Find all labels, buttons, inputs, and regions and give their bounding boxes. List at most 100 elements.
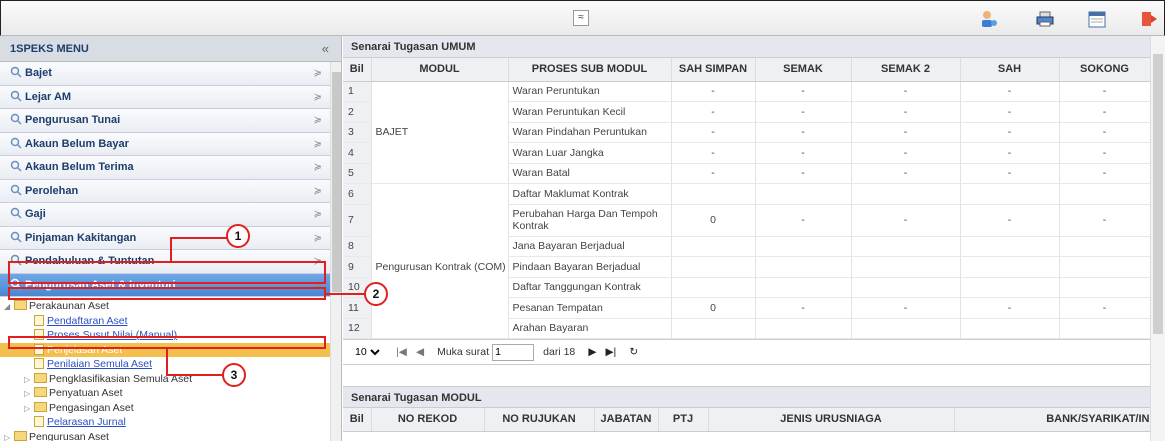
- tree-item[interactable]: ◢ Perakaunan Aset: [0, 299, 341, 314]
- menu-item-0[interactable]: Bajet ≽: [0, 62, 330, 86]
- triangle-down-icon[interactable]: ◢: [4, 300, 14, 314]
- sah_simpan-cell[interactable]: 0: [671, 297, 756, 319]
- table-row[interactable]: 6 Daftar Maklumat Kontrak: [343, 183, 1150, 205]
- document-icon: [34, 358, 44, 369]
- table-row[interactable]: 2 Waran Peruntukan Kecil - - - - -: [343, 101, 1150, 123]
- tree-item[interactable]: ▷ Pengurusan Aset: [0, 430, 341, 441]
- tree-item[interactable]: Pendaftaran Aset: [0, 314, 341, 329]
- sah_simpan-cell: -: [671, 122, 756, 143]
- top-toolbar: ≈: [0, 0, 1165, 36]
- sah-cell: -: [960, 122, 1060, 143]
- semak-cell: -: [755, 122, 852, 143]
- menu-item-label: Gaji: [25, 208, 46, 220]
- tree-link[interactable]: Pendaftaran Aset: [47, 315, 128, 327]
- modul-cell: [371, 236, 509, 257]
- triangle-right-icon[interactable]: ▷: [24, 373, 34, 387]
- menu-item-4[interactable]: Akaun Belum Terima ≽: [0, 156, 330, 180]
- first-page-icon[interactable]: |◀: [396, 346, 407, 358]
- modul-cell: [371, 101, 509, 122]
- chevron-down-icon: ≽: [313, 115, 322, 126]
- table-row[interactable]: 12 Arahan Bayaran: [343, 318, 1150, 339]
- last-page-icon[interactable]: ▶|: [605, 346, 616, 358]
- menu-item-6[interactable]: Gaji ≽: [0, 203, 330, 227]
- page-size-select[interactable]: 10: [351, 345, 383, 360]
- triangle-right-icon[interactable]: ▷: [24, 402, 34, 416]
- table-row[interactable]: 9 Pengurusan Kontrak (COM) Pindaan Bayaran…: [343, 256, 1150, 278]
- collapse-header-button[interactable]: ≈: [573, 10, 589, 26]
- menu-item-7[interactable]: Pinjaman Kakitangan ≽: [0, 226, 330, 250]
- semak2-cell: [851, 236, 961, 257]
- bil-cell: 2: [343, 101, 372, 123]
- sah_simpan-cell[interactable]: 0: [671, 204, 756, 237]
- tree-label: Penyatuan Aset: [49, 387, 123, 399]
- tree-item[interactable]: ▷ Penyatuan Aset: [0, 386, 341, 401]
- modul-column-header: JABATAN: [594, 408, 659, 432]
- bil-cell: 4: [343, 142, 372, 164]
- modul-cell: [371, 142, 509, 163]
- page-label: Muka surat: [437, 346, 490, 359]
- table-row[interactable]: 3 BAJET Waran Pindahan Peruntukan - - - - -: [343, 122, 1150, 143]
- page-number-input[interactable]: [492, 343, 535, 361]
- table-row[interactable]: 7 Perubahan Harga Dan Tempoh Kontrak 0- - - -: [343, 204, 1150, 237]
- semak-cell: -: [755, 142, 852, 164]
- tree-link[interactable]: Penilaian Semula Aset: [47, 358, 152, 370]
- modul-column-header: PTJ: [658, 408, 709, 432]
- folder-icon: [34, 401, 47, 412]
- prev-page-icon[interactable]: ◀: [416, 346, 424, 358]
- menu-item-label: Pengurusan Tunai: [25, 114, 121, 126]
- search-icon: [10, 231, 22, 243]
- logout-icon[interactable]: [1139, 9, 1159, 29]
- annotation-line-1a: [170, 237, 172, 262]
- modul-column-header: JENIS URUSNIAGA: [708, 408, 955, 432]
- menu-item-3[interactable]: Akaun Belum Bayar ≽: [0, 132, 330, 156]
- table-row[interactable]: 10 Daftar Tanggungan Kontrak: [343, 277, 1150, 298]
- modul-header-row: Bil NO REKOD NO RUJUKAN JABATAN PTJ JENIS URU…: [343, 408, 1150, 432]
- modul-cell: [371, 297, 509, 318]
- tree-item[interactable]: ▷ Pengasingan Aset: [0, 401, 341, 416]
- table-row[interactable]: 4 Waran Luar Jangka - - - - -: [343, 142, 1150, 164]
- sah-cell: [960, 256, 1060, 278]
- semak-cell: -: [755, 81, 852, 102]
- refresh-icon[interactable]: ↻: [629, 346, 638, 358]
- user-settings-icon[interactable]: [979, 9, 999, 29]
- sidebar-scrollbar[interactable]: [330, 62, 341, 441]
- umum-column-header: SAH SIMPAN: [671, 58, 756, 82]
- annotation-callout-1: 1: [226, 224, 250, 248]
- proses-cell: Waran Peruntukan: [508, 81, 672, 102]
- printer-icon[interactable]: [1035, 9, 1055, 29]
- chevron-down-icon: ≽: [313, 68, 322, 79]
- calendar-icon[interactable]: [1087, 9, 1107, 29]
- menu-item-2[interactable]: Pengurusan Tunai ≽: [0, 109, 330, 133]
- tree-link[interactable]: Pelarasan Jurnal: [47, 416, 126, 428]
- content-scrollbar[interactable]: [1150, 36, 1165, 441]
- tree-item[interactable]: Pelarasan Jurnal: [0, 415, 341, 430]
- sidebar-scroll-thumb[interactable]: [332, 72, 341, 292]
- content-scroll-thumb[interactable]: [1153, 54, 1163, 334]
- search-icon: [10, 184, 22, 196]
- table-row[interactable]: 8 Jana Bayaran Berjadual: [343, 236, 1150, 257]
- semak2-cell: -: [851, 81, 961, 102]
- table-row[interactable]: 5 Waran Batal - - - - -: [343, 163, 1150, 184]
- proses-cell: Pesanan Tempatan: [508, 297, 672, 319]
- sah_simpan-cell: [671, 277, 756, 298]
- table-row[interactable]: 1 Waran Peruntukan - - - - -: [343, 81, 1150, 102]
- annotation-box-1: [8, 261, 326, 284]
- triangle-right-icon[interactable]: ▷: [4, 431, 14, 441]
- tree-item[interactable]: Penilaian Semula Aset: [0, 357, 341, 372]
- proses-cell: Arahan Bayaran: [508, 318, 672, 339]
- semak-cell: -: [755, 204, 852, 237]
- folder-icon: [34, 387, 47, 397]
- semak2-cell: [851, 256, 961, 278]
- menu-item-label: Akaun Belum Bayar: [25, 137, 129, 150]
- menu-item-1[interactable]: Lejar AM ≽: [0, 85, 330, 109]
- menu-item-5[interactable]: Perolehan ≽: [0, 179, 330, 203]
- sah-cell: -: [960, 101, 1060, 123]
- next-page-icon[interactable]: ▶: [588, 346, 596, 358]
- sah_simpan-cell: -: [671, 142, 756, 164]
- document-icon: [34, 314, 44, 326]
- collapse-menu-icon[interactable]: «: [322, 36, 329, 62]
- semak-cell: [755, 256, 852, 278]
- page-of-label: dari 18: [543, 346, 576, 359]
- triangle-right-icon[interactable]: ▷: [24, 387, 34, 401]
- table-row[interactable]: 11 Pesanan Tempatan 0- - - -: [343, 297, 1150, 319]
